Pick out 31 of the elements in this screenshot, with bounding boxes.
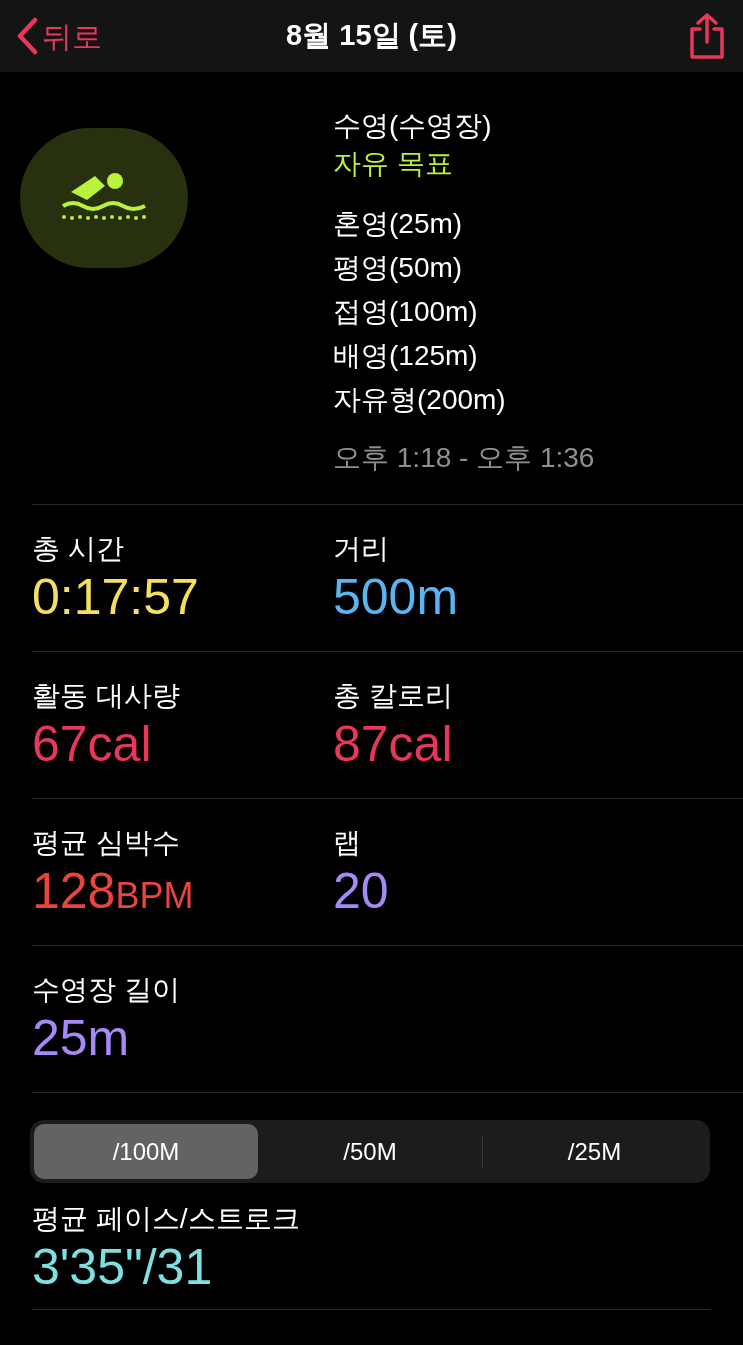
stroke-item: 자유형(200m) (333, 383, 507, 417)
stat-label: 총 시간 (32, 532, 125, 566)
workout-goal: 자유 목표 (333, 147, 454, 181)
stat-value: 500m (333, 568, 460, 627)
stat-value: 20 (333, 862, 390, 921)
stroke-item: 접영(100m) (333, 295, 479, 329)
stat-label: 평균 심박수 (32, 826, 181, 860)
stroke-item: 배영(125m) (333, 339, 479, 373)
stroke-item: 혼영(25m) (333, 207, 464, 241)
stat-value: 3'35"/31 (32, 1238, 214, 1297)
chevron-icon (16, 17, 38, 55)
stat-value: 87cal (333, 715, 454, 774)
stroke-item: 평영(50m) (333, 251, 464, 285)
stat-label: 거리 (333, 532, 390, 566)
nav-title: 8월 15일 (토) (286, 18, 457, 54)
stat-label: 수영장 길이 (32, 973, 181, 1007)
stat-value: 0:17:57 (32, 568, 200, 627)
stat-label: 활동 대사량 (32, 679, 181, 713)
stat-value: 128BPM (32, 862, 195, 921)
stat-value: 25m (32, 1009, 131, 1068)
workout-name: 수영(수영장) (333, 109, 493, 143)
share-icon[interactable] (687, 12, 727, 60)
back-button[interactable]: 뒤로 (16, 13, 102, 59)
stat-value: 67cal (32, 715, 153, 774)
stat-label: 총 칼로리 (333, 679, 454, 713)
stat-label: 평균 페이스/스트로크 (32, 1202, 301, 1236)
segment-tab[interactable]: /100M (34, 1124, 258, 1179)
stat-label: 랩 (333, 826, 362, 860)
segment-tab[interactable]: /25M (483, 1124, 706, 1179)
time-range: 오후 1:18 - 오후 1:36 (333, 441, 595, 475)
segment-tab[interactable]: /50M (258, 1124, 482, 1179)
